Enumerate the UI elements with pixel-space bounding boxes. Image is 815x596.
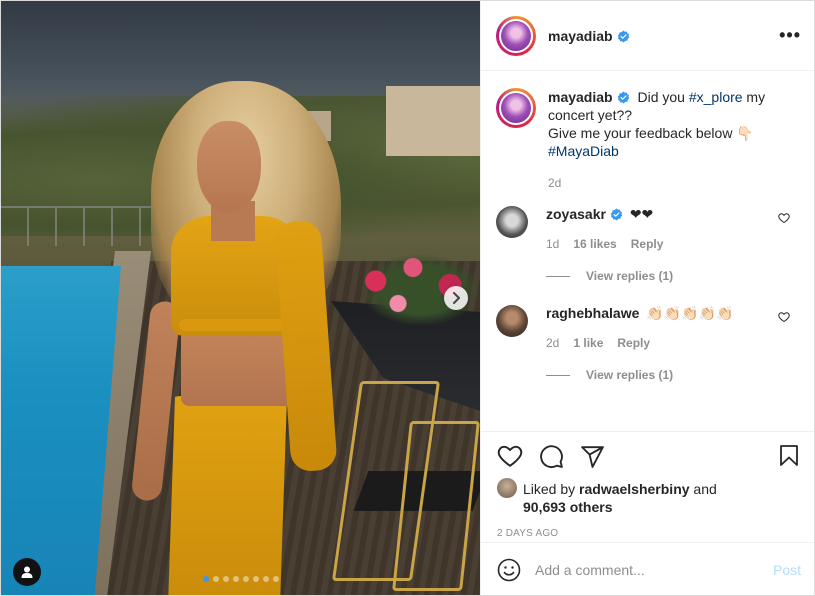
hashtag-link[interactable]: #x_plore: [689, 89, 743, 105]
heart-icon[interactable]: [778, 311, 790, 323]
commenter-username[interactable]: raghebhalawe: [546, 305, 639, 321]
carousel-dot: [232, 576, 239, 582]
comment-likes[interactable]: 16 likes: [573, 237, 616, 251]
caption: mayadiab Did you #x_plore my concert yet…: [496, 88, 802, 192]
author-avatar[interactable]: [496, 88, 536, 128]
heart-icon[interactable]: [778, 212, 790, 224]
post-photo[interactable]: [1, 1, 480, 595]
post-actions: Liked by radwaelsherbiny and 90,693 othe…: [481, 431, 814, 539]
emoji-icon[interactable]: [497, 558, 521, 582]
commenter-avatar[interactable]: [496, 206, 528, 238]
liker-username[interactable]: radwaelsherbiny: [579, 481, 690, 497]
carousel-dot: [242, 576, 249, 582]
comments-list: mayadiab Did you #x_plore my concert yet…: [481, 72, 814, 432]
photo-building: [386, 86, 480, 156]
carousel-indicator: [1, 576, 480, 582]
comment-item: raghebhalawe 👏🏻👏🏻👏🏻👏🏻👏🏻 2d 1 like Reply: [496, 305, 802, 350]
more-options-button[interactable]: •••: [779, 25, 801, 46]
carousel-dot: [202, 576, 209, 582]
carousel-dot: [212, 576, 219, 582]
carousel-dot: [252, 576, 259, 582]
photo-face: [197, 121, 261, 213]
caption-age: 2d: [548, 176, 562, 190]
photo-flowers: [331, 236, 480, 326]
hashtag-link[interactable]: #MayaDiab: [548, 143, 619, 159]
chevron-right-icon: [453, 292, 460, 304]
comment-line: zoyasakr ❤❤: [546, 206, 802, 223]
comment-meta: 1d 16 likes Reply: [546, 237, 802, 251]
post-side-panel: mayadiab ••• mayadiab Did you #x_plore m…: [480, 1, 814, 595]
comment-text: ❤❤: [629, 206, 654, 222]
share-icon[interactable]: [580, 444, 605, 469]
likes-count[interactable]: 90,693 others: [523, 499, 613, 515]
likes-text: Liked by radwaelsherbiny and 90,693 othe…: [523, 481, 717, 515]
comment-input[interactable]: [535, 562, 773, 578]
caption-segment: Give me your feedback below 👇🏻: [548, 125, 754, 141]
caption-text: mayadiab Did you #x_plore my concert yet…: [548, 88, 788, 192]
add-comment-bar: Post: [481, 542, 814, 595]
author-avatar[interactable]: [496, 15, 536, 56]
liker-avatar[interactable]: [497, 478, 517, 498]
post-dialog: mayadiab ••• mayadiab Did you #x_plore m…: [0, 0, 815, 596]
comment-meta: 2d 1 like Reply: [546, 336, 802, 350]
reply-button[interactable]: Reply: [617, 336, 650, 350]
verified-badge-icon: [617, 30, 629, 42]
view-replies-button[interactable]: View replies (1): [546, 368, 802, 382]
reply-button[interactable]: Reply: [631, 237, 664, 251]
heart-icon[interactable]: [497, 443, 523, 469]
commenter-avatar[interactable]: [496, 305, 528, 337]
post-comment-button[interactable]: Post: [773, 562, 801, 578]
comment-age[interactable]: 1d: [546, 237, 559, 251]
photo-skirt: [168, 396, 287, 595]
photo-midriff: [181, 326, 296, 406]
caption-username[interactable]: mayadiab: [548, 89, 613, 105]
verified-badge-icon: [610, 208, 623, 221]
comment-icon[interactable]: [539, 444, 564, 469]
view-replies-button[interactable]: View replies (1): [546, 269, 802, 283]
comment-age[interactable]: 2d: [546, 336, 559, 350]
carousel-dot: [272, 576, 279, 582]
post-header: mayadiab •••: [481, 1, 814, 71]
verified-badge-icon: [617, 91, 629, 104]
likes-summary: Liked by radwaelsherbiny and 90,693 othe…: [497, 478, 801, 516]
carousel-dot: [222, 576, 229, 582]
photo-fence: [1, 206, 151, 246]
commenter-username[interactable]: zoyasakr: [546, 206, 606, 222]
comment-text: 👏🏻👏🏻👏🏻👏🏻👏🏻: [646, 305, 734, 321]
divider: [546, 275, 570, 277]
comment-likes[interactable]: 1 like: [573, 336, 603, 350]
action-bar: [497, 442, 801, 470]
comment-item: zoyasakr ❤❤ 1d 16 likes Reply: [496, 206, 802, 251]
carousel-next-button[interactable]: [444, 286, 468, 310]
author-username[interactable]: mayadiab: [548, 28, 630, 44]
carousel-dot: [262, 576, 269, 582]
caption-segment: Did you: [637, 89, 689, 105]
divider: [546, 374, 570, 376]
bookmark-icon[interactable]: [777, 443, 801, 469]
comment-line: raghebhalawe 👏🏻👏🏻👏🏻👏🏻👏🏻: [546, 305, 802, 322]
post-timestamp[interactable]: 2 DAYS AGO: [497, 528, 801, 539]
